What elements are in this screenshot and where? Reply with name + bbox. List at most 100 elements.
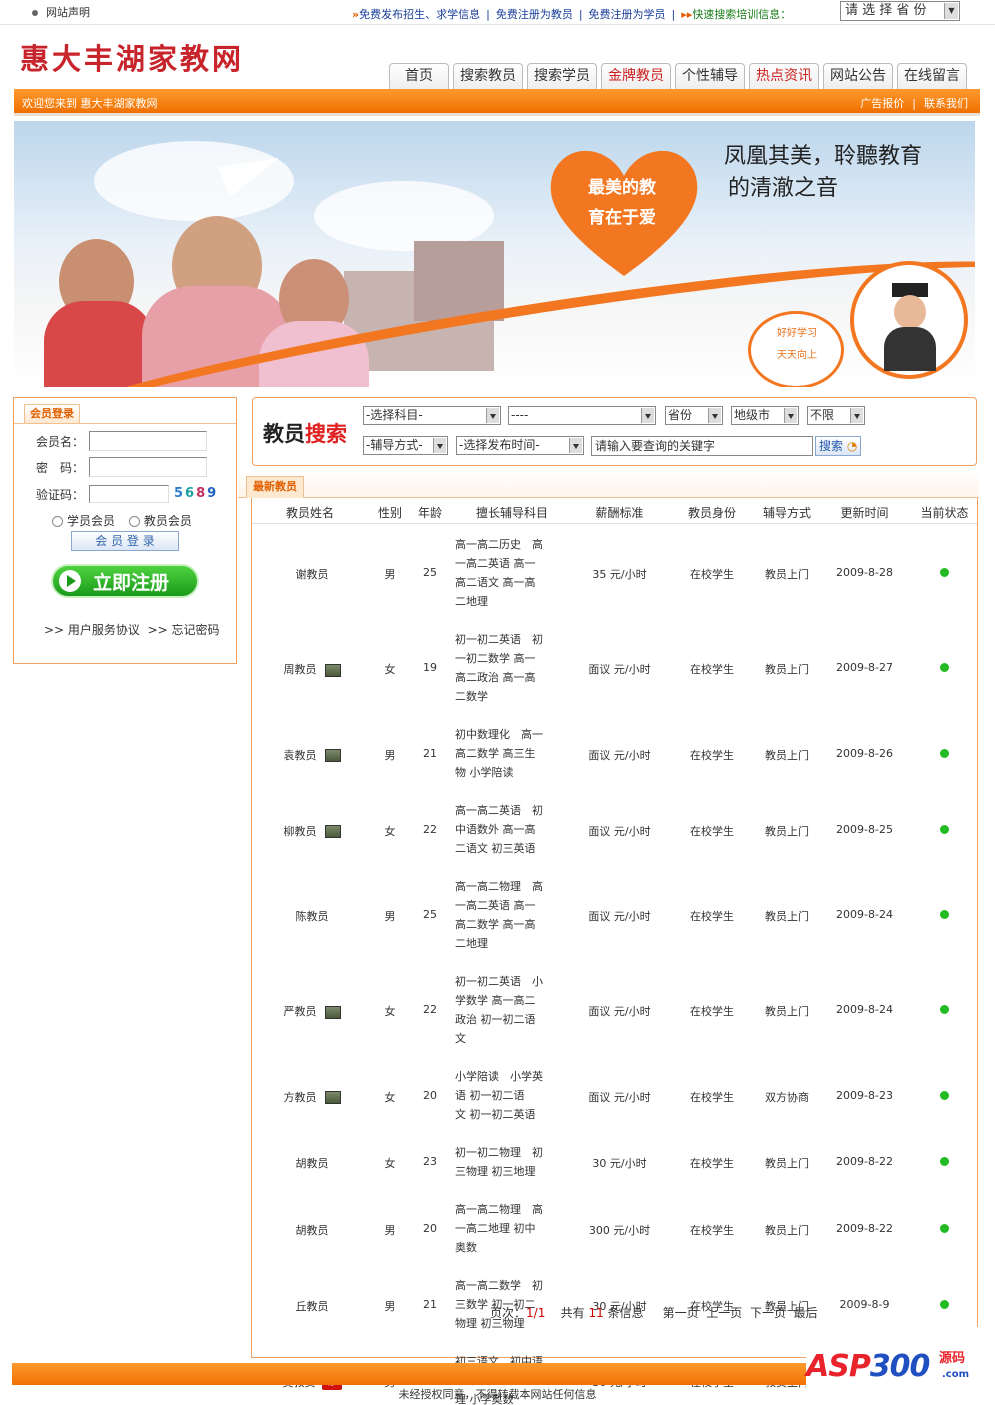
student-radio[interactable] (52, 516, 63, 527)
nav-hot-news[interactable]: 热点资讯 (749, 63, 819, 89)
quick-search-label: 快速搜索培训信息： (692, 8, 792, 21)
username-input[interactable] (89, 431, 207, 451)
teacher-mode: 双方协商 (765, 1090, 809, 1104)
nav-announcements[interactable]: 网站公告 (823, 63, 893, 89)
subject-select[interactable]: -选择科目- (363, 406, 501, 425)
password-input[interactable] (89, 457, 207, 477)
chevron-down-icon (433, 438, 446, 453)
teacher-name-link[interactable]: 方教员 (284, 1091, 317, 1104)
city-select[interactable]: 地级市 (731, 406, 799, 425)
teacher-mode: 教员上门 (765, 1005, 809, 1018)
teacher-name-link[interactable]: 丘教员 (296, 1300, 329, 1313)
register-student-link[interactable]: 免费注册为学员 (589, 8, 666, 21)
publish-time-select[interactable]: -选择发布时间- (456, 436, 584, 455)
teacher-sex: 男 (384, 1223, 396, 1237)
teacher-name: 胡教员 (262, 1155, 362, 1171)
table-row[interactable]: 袁教员 男 21 初中数理化 高一 高二数学 高三生物 小学陪读 面议 元/小时 在校学生 教… (252, 720, 977, 787)
total-count: 11 (588, 1306, 604, 1320)
teacher-name-link[interactable]: 胡教员 (296, 1224, 329, 1237)
teacher-updated: 2009-8-24 (836, 908, 893, 921)
teacher-sex: 男 (384, 748, 396, 762)
first-page-link[interactable]: 第一页 (663, 1306, 699, 1320)
keyword-input[interactable]: 请输入要查询的关键字 (591, 436, 813, 456)
register-teacher-link[interactable]: 免费注册为教员 (496, 8, 573, 21)
province-filter-select[interactable]: 省份 (665, 406, 723, 425)
teacher-mode: 教员上门 (765, 910, 809, 923)
teacher-subjects: 高一高二历史 高一高二英语 高一 高二语文 高一高 二地理 (455, 538, 543, 608)
teacher-mode: 教员上门 (765, 663, 809, 676)
teacher-identity: 在校学生 (690, 1090, 734, 1104)
captcha-image[interactable]: 5689 (174, 486, 218, 501)
captcha-input[interactable] (89, 485, 169, 503)
table-row[interactable]: 胡教员 男 20 高一高二物理 高一高二地理 初中 奥数 300 元/小时 在校学生 教员上门… (252, 1195, 977, 1262)
last-page-link[interactable]: 最后 (794, 1306, 818, 1320)
teacher-identity: 在校学生 (690, 1157, 734, 1170)
table-row[interactable]: 周教员 女 19 初一初二英语 初一初二数学 高一 高二政治 高一高 二数学 面议 元/小时… (252, 625, 977, 711)
teacher-mode: 教员上门 (765, 568, 809, 581)
teacher-sex: 男 (384, 910, 396, 923)
nav-search-students[interactable]: 搜索学员 (527, 63, 597, 89)
teacher-identity: 在校学生 (690, 748, 734, 762)
limit-select[interactable]: 不限 (807, 406, 865, 425)
next-page-link[interactable]: 下一页 (750, 1306, 786, 1320)
teacher-pay: 面议 元/小时 (588, 824, 651, 838)
teacher-name: 柳教员 (262, 823, 362, 839)
ad-price-link[interactable]: 广告报价 (860, 97, 904, 110)
teacher-age: 20 (423, 1221, 437, 1235)
teacher-mode: 教员上门 (765, 824, 809, 838)
publish-link[interactable]: 免费发布招生、求学信息 (359, 8, 480, 21)
nav-guestbook[interactable]: 在线留言 (897, 63, 967, 89)
teacher-pay: 面议 元/小时 (588, 910, 651, 923)
teacher-name-link[interactable]: 陈教员 (296, 910, 329, 923)
teacher-identity: 在校学生 (690, 1223, 734, 1237)
status-dot-icon (912, 1156, 977, 1169)
register-now-button[interactable]: 立即注册 (51, 564, 199, 598)
teacher-age: 20 (423, 1088, 437, 1102)
nav-personal-tutoring[interactable]: 个性辅导 (675, 63, 745, 89)
teacher-identity: 在校学生 (690, 910, 734, 923)
welcome-bar: 欢迎您来到 惠大丰湖家教网 广告报价 | 联系我们 (14, 89, 980, 116)
teacher-age: 22 (423, 822, 437, 836)
teacher-updated: 2009-8-22 (836, 1221, 893, 1235)
photo-icon (324, 1005, 341, 1019)
nav-gold-teachers[interactable]: 金牌教员 (601, 63, 671, 89)
province-select[interactable]: 请 选 择 省 份 ▼ (840, 1, 960, 21)
top-links: »免费发布招生、求学信息 | 免费注册为教员 | 免费注册为学员 | ▸▸快速搜索培训信息： (352, 8, 792, 21)
table-row[interactable]: 方教员 女 20 小学陪读 小学英语 初一初二语文 初一初二英语 面议 元/小时 在校学生… (252, 1062, 977, 1129)
status-dot-icon (912, 662, 977, 675)
table-row[interactable]: 陈教员 男 25 高一高二物理 高一高二英语 高一 高二数学 高一高 二地理 面议 元/小时… (252, 872, 977, 958)
teacher-subjects: 高一高二英语 初中语数外 高一高 二语文 初三英语 (455, 804, 543, 855)
search-button[interactable]: 搜索 ◔ (815, 436, 861, 456)
table-row[interactable]: 胡教员 女 23 初一初二物理 初三物理 初三地理 30 元/小时 在校学生 教员上门 200… (252, 1138, 977, 1186)
tutoring-mode-select[interactable]: -辅导方式- (363, 436, 448, 455)
login-button[interactable]: 会 员 登 录 (71, 531, 179, 551)
table-row[interactable]: 柳教员 女 22 高一高二英语 初中语数外 高一高 二语文 初三英语 面议 元/小时 在校学… (252, 796, 977, 863)
nav-home[interactable]: 首页 (389, 63, 449, 89)
teacher-name-link[interactable]: 柳教员 (284, 825, 317, 838)
welcome-text: 欢迎您来到 惠大丰湖家教网 (22, 97, 158, 110)
teacher-updated: 2009-8-26 (836, 746, 893, 760)
contact-link[interactable]: 联系我们 (924, 97, 968, 110)
teachers-table: 教员姓名 性别 年龄 擅长辅导科目 薪酬标准 教员身份 辅导方式 更新时间 当前… (251, 498, 978, 1405)
main-nav: 首页 搜索教员 搜索学员 金牌教员 个性辅导 热点资讯 网站公告 在线留言 (389, 63, 971, 89)
chevron-down-icon (784, 408, 797, 423)
table-row[interactable]: 谢教员 男 25 高一高二历史 高一高二英语 高一 高二语文 高一高 二地理 35 元/小时… (252, 530, 977, 616)
site-notice-link[interactable]: 网站声明 (32, 4, 90, 20)
tab-latest-teachers[interactable]: 最新教员 (246, 476, 304, 498)
teacher-subjects: 初一初二英语 小学数学 高一高二 政治 初一初二语文 (455, 975, 543, 1045)
nav-search-teachers[interactable]: 搜索教员 (453, 63, 523, 89)
teacher-name: 周教员 (262, 661, 362, 677)
teacher-name-link[interactable]: 谢教员 (296, 568, 329, 581)
teacher-name-link[interactable]: 严教员 (284, 1005, 317, 1018)
teacher-name-link[interactable]: 周教员 (284, 663, 317, 676)
prev-page-link[interactable]: 上一页 (706, 1306, 742, 1320)
user-agreement-link[interactable]: >> 用户服务协议 (44, 623, 140, 637)
teacher-search-panel: 教员搜索 -选择科目- ---- 省份 地级市 不限 -辅导方式- -选择发布时… (252, 397, 977, 466)
teacher-radio[interactable] (128, 516, 140, 527)
subject-detail-select[interactable]: ---- (508, 406, 656, 425)
teacher-name-link[interactable]: 袁教员 (284, 749, 317, 762)
table-row[interactable]: 严教员 女 22 初一初二英语 小学数学 高一高二 政治 初一初二语文 面议 元/小时 在校… (252, 967, 977, 1053)
forgot-password-link[interactable]: >> 忘记密码 (148, 623, 220, 637)
teacher-name-link[interactable]: 胡教员 (296, 1157, 329, 1170)
site-logo[interactable]: 惠大丰湖家教网 (20, 36, 244, 78)
